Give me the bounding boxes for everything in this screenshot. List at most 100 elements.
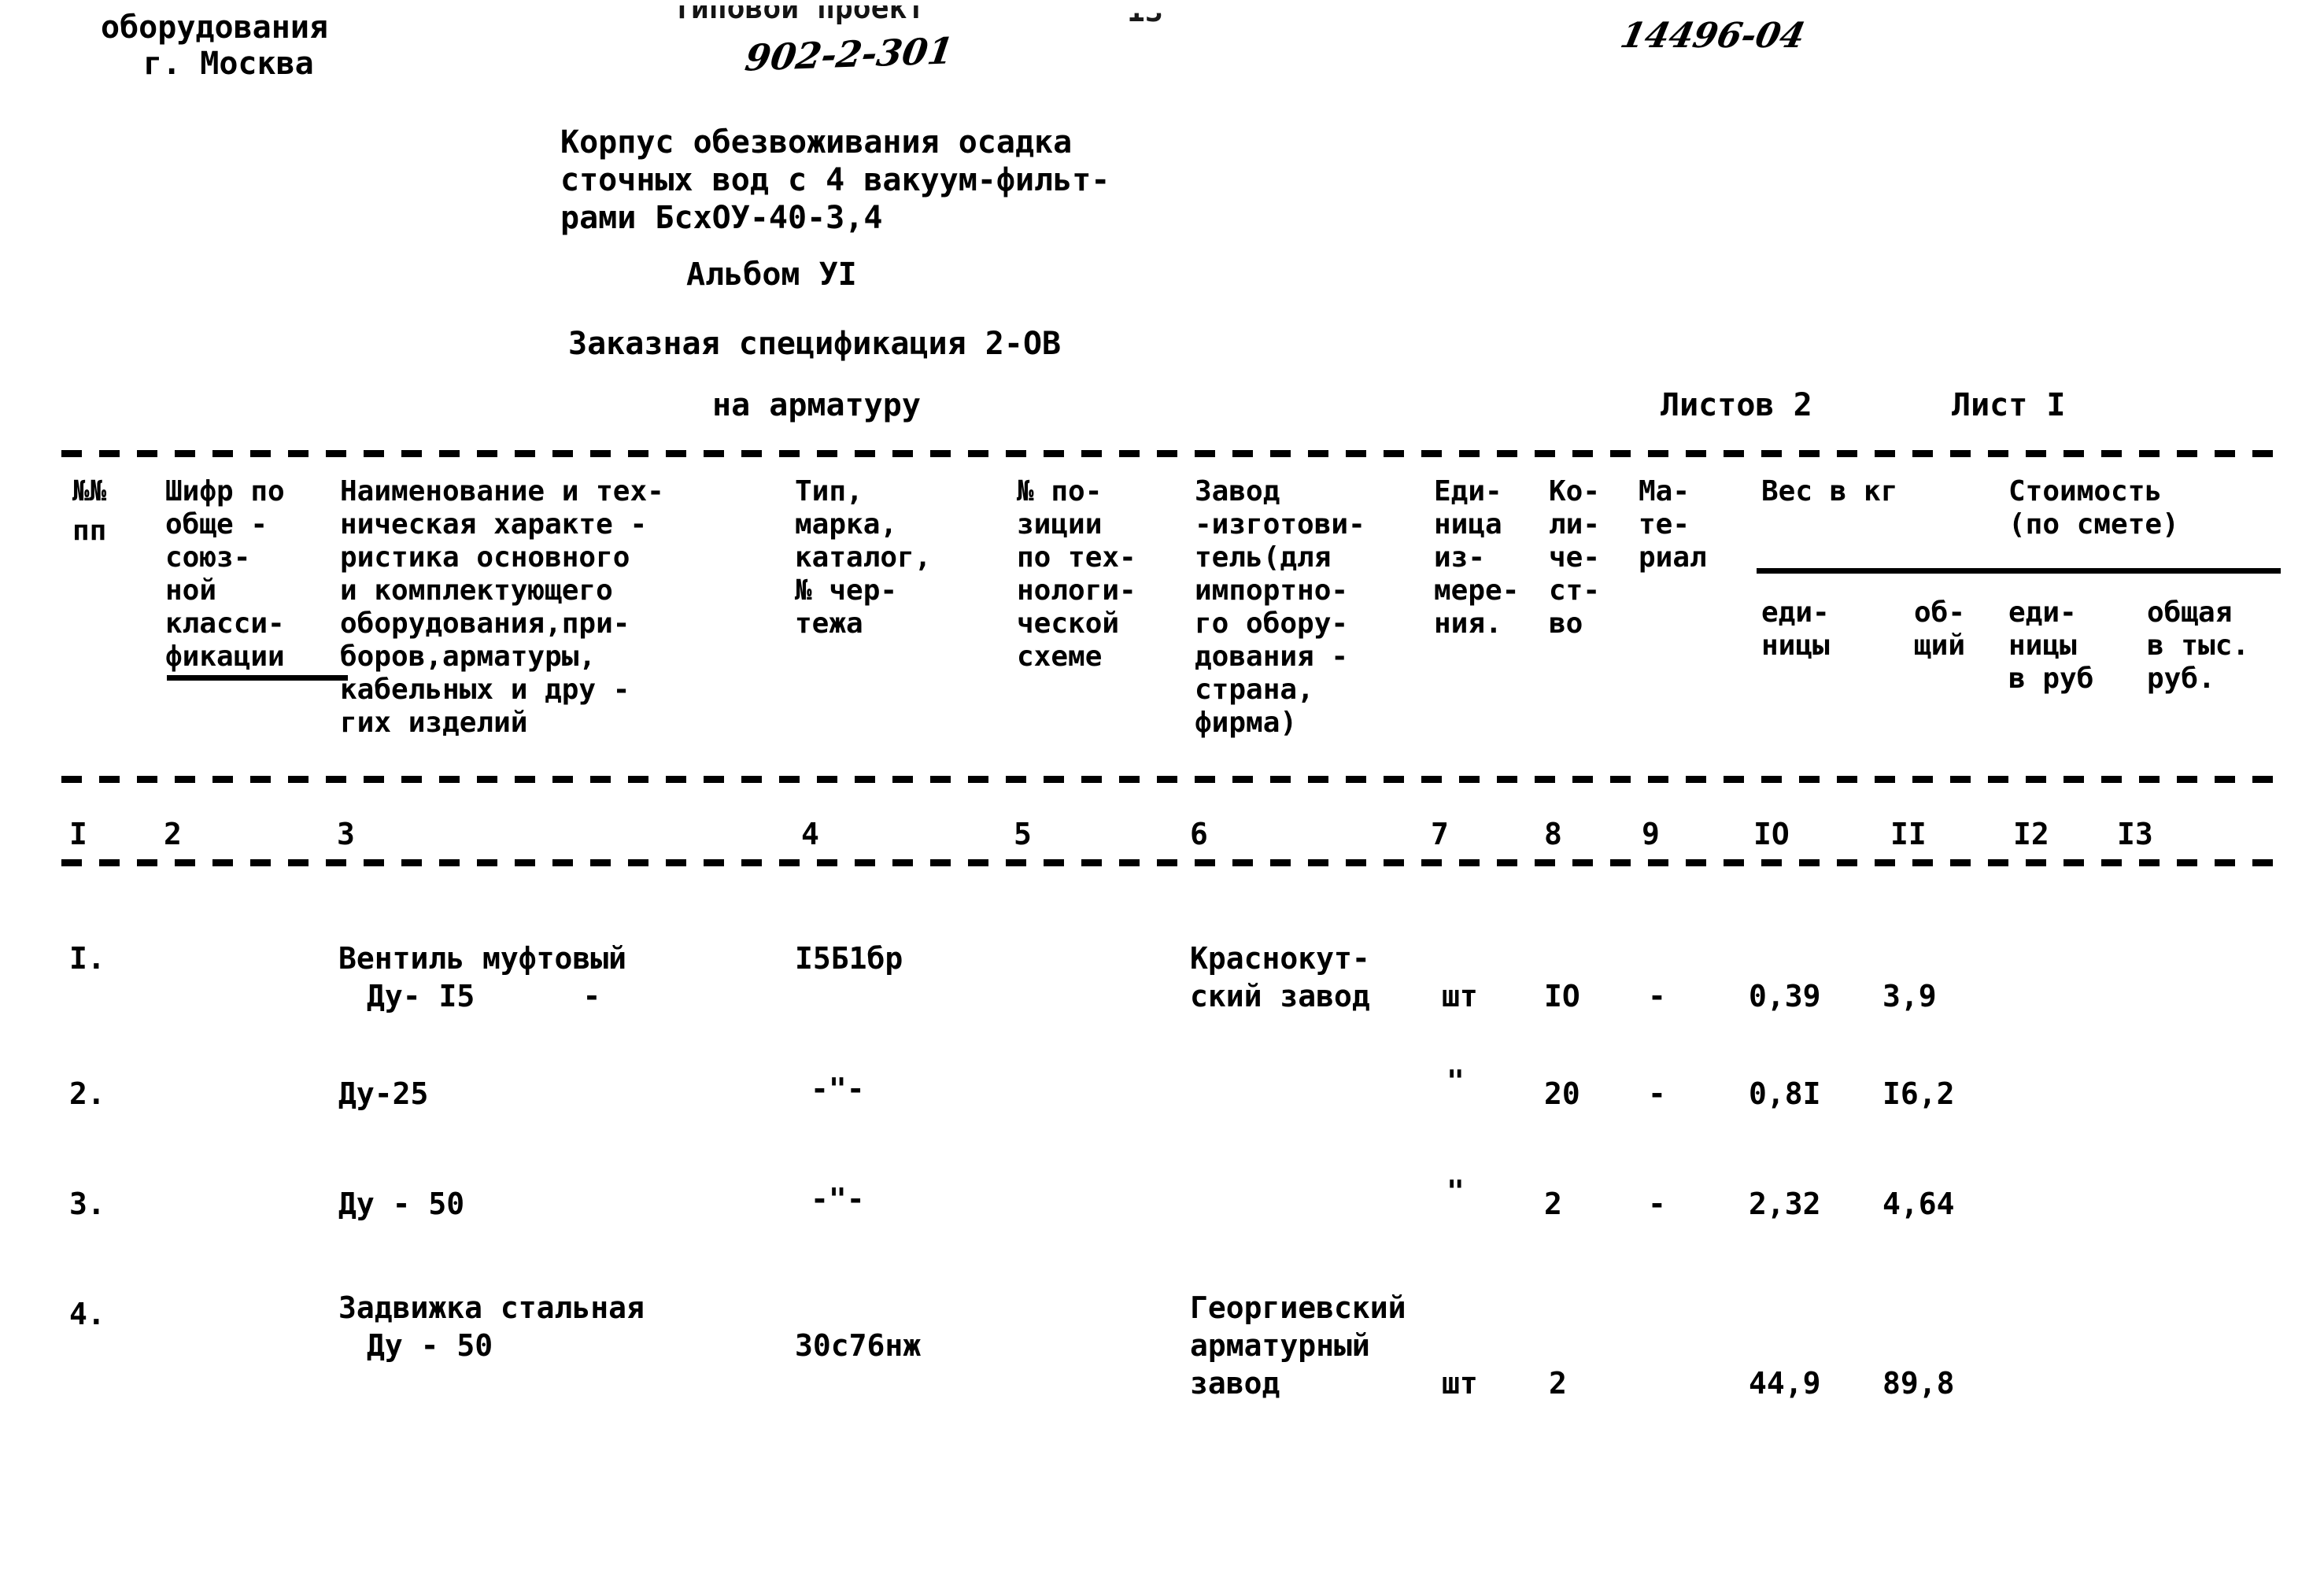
row-4-name-line-2: Ду - 50	[367, 1328, 493, 1363]
header-col-9-line-1: Ма-	[1639, 475, 1690, 508]
column-number-11: II	[1890, 817, 1927, 851]
row-2-weight-total: I6,2	[1882, 1076, 1955, 1111]
header-col-6-line-8: фирма)	[1195, 707, 1298, 739]
column-number-2: 2	[164, 817, 182, 851]
header-col-6-line-5: го обору-	[1195, 607, 1349, 640]
header-col-1-line-2: пп	[72, 515, 107, 547]
sheets-total-label: Листов 2	[1661, 387, 1812, 423]
column-number-10: IO	[1753, 817, 1790, 851]
title-line-1: Корпус обезвоживания осадка	[560, 124, 1073, 161]
row-1-maker-line-1: Краснокут-	[1190, 941, 1370, 976]
header-col-6-line-6: дования -	[1195, 640, 1349, 673]
row-3-name-line-2: Ду - 50	[338, 1187, 465, 1221]
header-col-7-line-2: ница	[1434, 508, 1502, 541]
row-1-unit: шт	[1442, 979, 1478, 1013]
header-cost-group-line-2: (по смете)	[2008, 508, 2179, 541]
row-1-maker-line-2: ский завод	[1190, 979, 1370, 1013]
header-cost-total-line-3: руб.	[2147, 663, 2215, 695]
specification-subtitle: на арматуру	[712, 387, 921, 423]
header-col-8-line-1: Ко-	[1549, 475, 1601, 508]
archive-reference-handwritten: 14496-04	[1616, 16, 1809, 56]
album-label: Альбом УI	[686, 257, 857, 293]
header-col-6-line-2: -изготови-	[1195, 508, 1365, 541]
header-col-5-line-3: по тех-	[1017, 541, 1136, 574]
header-col-2-line-6: фикации	[165, 640, 285, 673]
specification-title: Заказная спецификация 2-ОВ	[568, 326, 1062, 362]
row-1-quantity: IO	[1544, 979, 1580, 1013]
column-number-9: 9	[1642, 817, 1660, 851]
typical-project-stamp: Типовой проект	[673, 0, 926, 25]
header-col-2-line-4: ной	[165, 574, 217, 607]
header-col-1-line-1: №№	[72, 475, 107, 508]
header-cost-group-line-1: Стоимость	[2008, 475, 2163, 508]
header-col-6-line-3: тель(для	[1195, 541, 1332, 574]
row-4-quantity: 2	[1549, 1366, 1567, 1401]
column-number-1: I	[69, 817, 87, 851]
header-col-5-line-5: ческой	[1017, 607, 1120, 640]
row-2-material: -	[1648, 1076, 1666, 1111]
header-weight-group-underline	[1757, 568, 2008, 574]
header-col-3-line-2: ническая характе -	[340, 508, 648, 541]
row-3-weight-total: 4,64	[1882, 1187, 1955, 1221]
row-3-type: -"-	[811, 1182, 865, 1216]
row-3-unit: "	[1446, 1174, 1465, 1209]
header-col-5-line-6: схеме	[1017, 640, 1103, 673]
header-col-7-line-4: мере-	[1434, 574, 1520, 607]
header-col-4-line-5: тежа	[795, 607, 863, 640]
header-col-7-line-5: ния.	[1434, 607, 1502, 640]
header-col-2-line-2: обще -	[165, 508, 268, 541]
row-4-weight-unit: 44,9	[1749, 1366, 1821, 1401]
header-col-5-line-2: зиции	[1017, 508, 1103, 541]
row-1-name-line-2: Ду- I5 -	[367, 979, 601, 1013]
header-weight-total-line-2: щий	[1914, 629, 1966, 662]
column-number-5: 5	[1014, 817, 1032, 851]
row-4-name-line-1: Задвижка стальная	[338, 1290, 645, 1325]
header-weight-group: Вес в кг	[1761, 475, 1898, 508]
header-col-8-line-4: ст-	[1549, 574, 1601, 607]
row-4-type: 30с76нж	[795, 1328, 922, 1363]
header-col-9-line-3: риал	[1639, 541, 1707, 574]
row-2-name-line-2: Ду-25	[338, 1076, 429, 1111]
header-col-7-line-3: из-	[1434, 541, 1486, 574]
scanned-document-page: оборудования г. Москва Типовой проект 13…	[0, 0, 2324, 1580]
header-cost-total-line-2: в тыс.	[2147, 629, 2250, 662]
row-4-weight-total: 89,8	[1882, 1366, 1955, 1401]
header-col-2-line-3: союз-	[165, 541, 251, 574]
header-col-2-line-5: класси-	[165, 607, 285, 640]
column-number-13: I3	[2117, 817, 2153, 851]
row-4-maker-line-2: арматурный	[1190, 1328, 1370, 1363]
row-1-weight-unit: 0,39	[1749, 979, 1821, 1013]
row-4-maker-line-3: завод	[1190, 1366, 1280, 1401]
title-line-3: рами БсхОУ-40-3,4	[560, 200, 883, 236]
row-4-unit: шт	[1442, 1366, 1478, 1401]
header-col-2-underline	[167, 675, 348, 681]
header-col-6-line-1: Завод	[1195, 475, 1280, 508]
table-top-rule	[61, 450, 2281, 457]
header-cost-total-line-1: общая	[2147, 596, 2233, 629]
column-number-3: 3	[337, 817, 355, 851]
header-col-3-line-3: ристика основного	[340, 541, 630, 574]
row-1-material: -	[1648, 979, 1666, 1013]
header-col-3-line-8: гих изделий	[340, 707, 528, 739]
row-2-quantity: 20	[1544, 1076, 1580, 1111]
header-col-6-line-7: страна,	[1195, 674, 1314, 706]
row-4-number: 4.	[69, 1297, 105, 1331]
header-cost-unit-line-2: ницы	[2008, 629, 2077, 662]
org-line-2: г. Москва	[143, 46, 314, 82]
row-3-material: -	[1648, 1187, 1666, 1221]
row-2-weight-unit: 0,8I	[1749, 1076, 1821, 1111]
row-1-number: I.	[69, 941, 105, 976]
header-col-3-line-4: и комплектующего	[340, 574, 613, 607]
header-weight-total-line-1: об-	[1914, 596, 1966, 629]
column-number-4: 4	[801, 817, 819, 851]
header-cost-unit-line-3: в руб	[2008, 663, 2094, 695]
header-weight-unit-line-1: еди-	[1761, 596, 1830, 629]
header-col-4-line-1: Тип,	[795, 475, 863, 508]
project-code-handwritten: 902-2-301	[742, 29, 956, 79]
column-number-8: 8	[1544, 817, 1562, 851]
header-col-5-line-1: № по-	[1017, 475, 1103, 508]
title-line-2: сточных вод с 4 вакуум-фильт-	[560, 162, 1110, 198]
row-2-type: -"-	[811, 1072, 865, 1106]
header-col-3-line-1: Наименование и тех-	[340, 475, 664, 508]
header-col-3-line-7: кабельных и дру -	[340, 674, 630, 706]
